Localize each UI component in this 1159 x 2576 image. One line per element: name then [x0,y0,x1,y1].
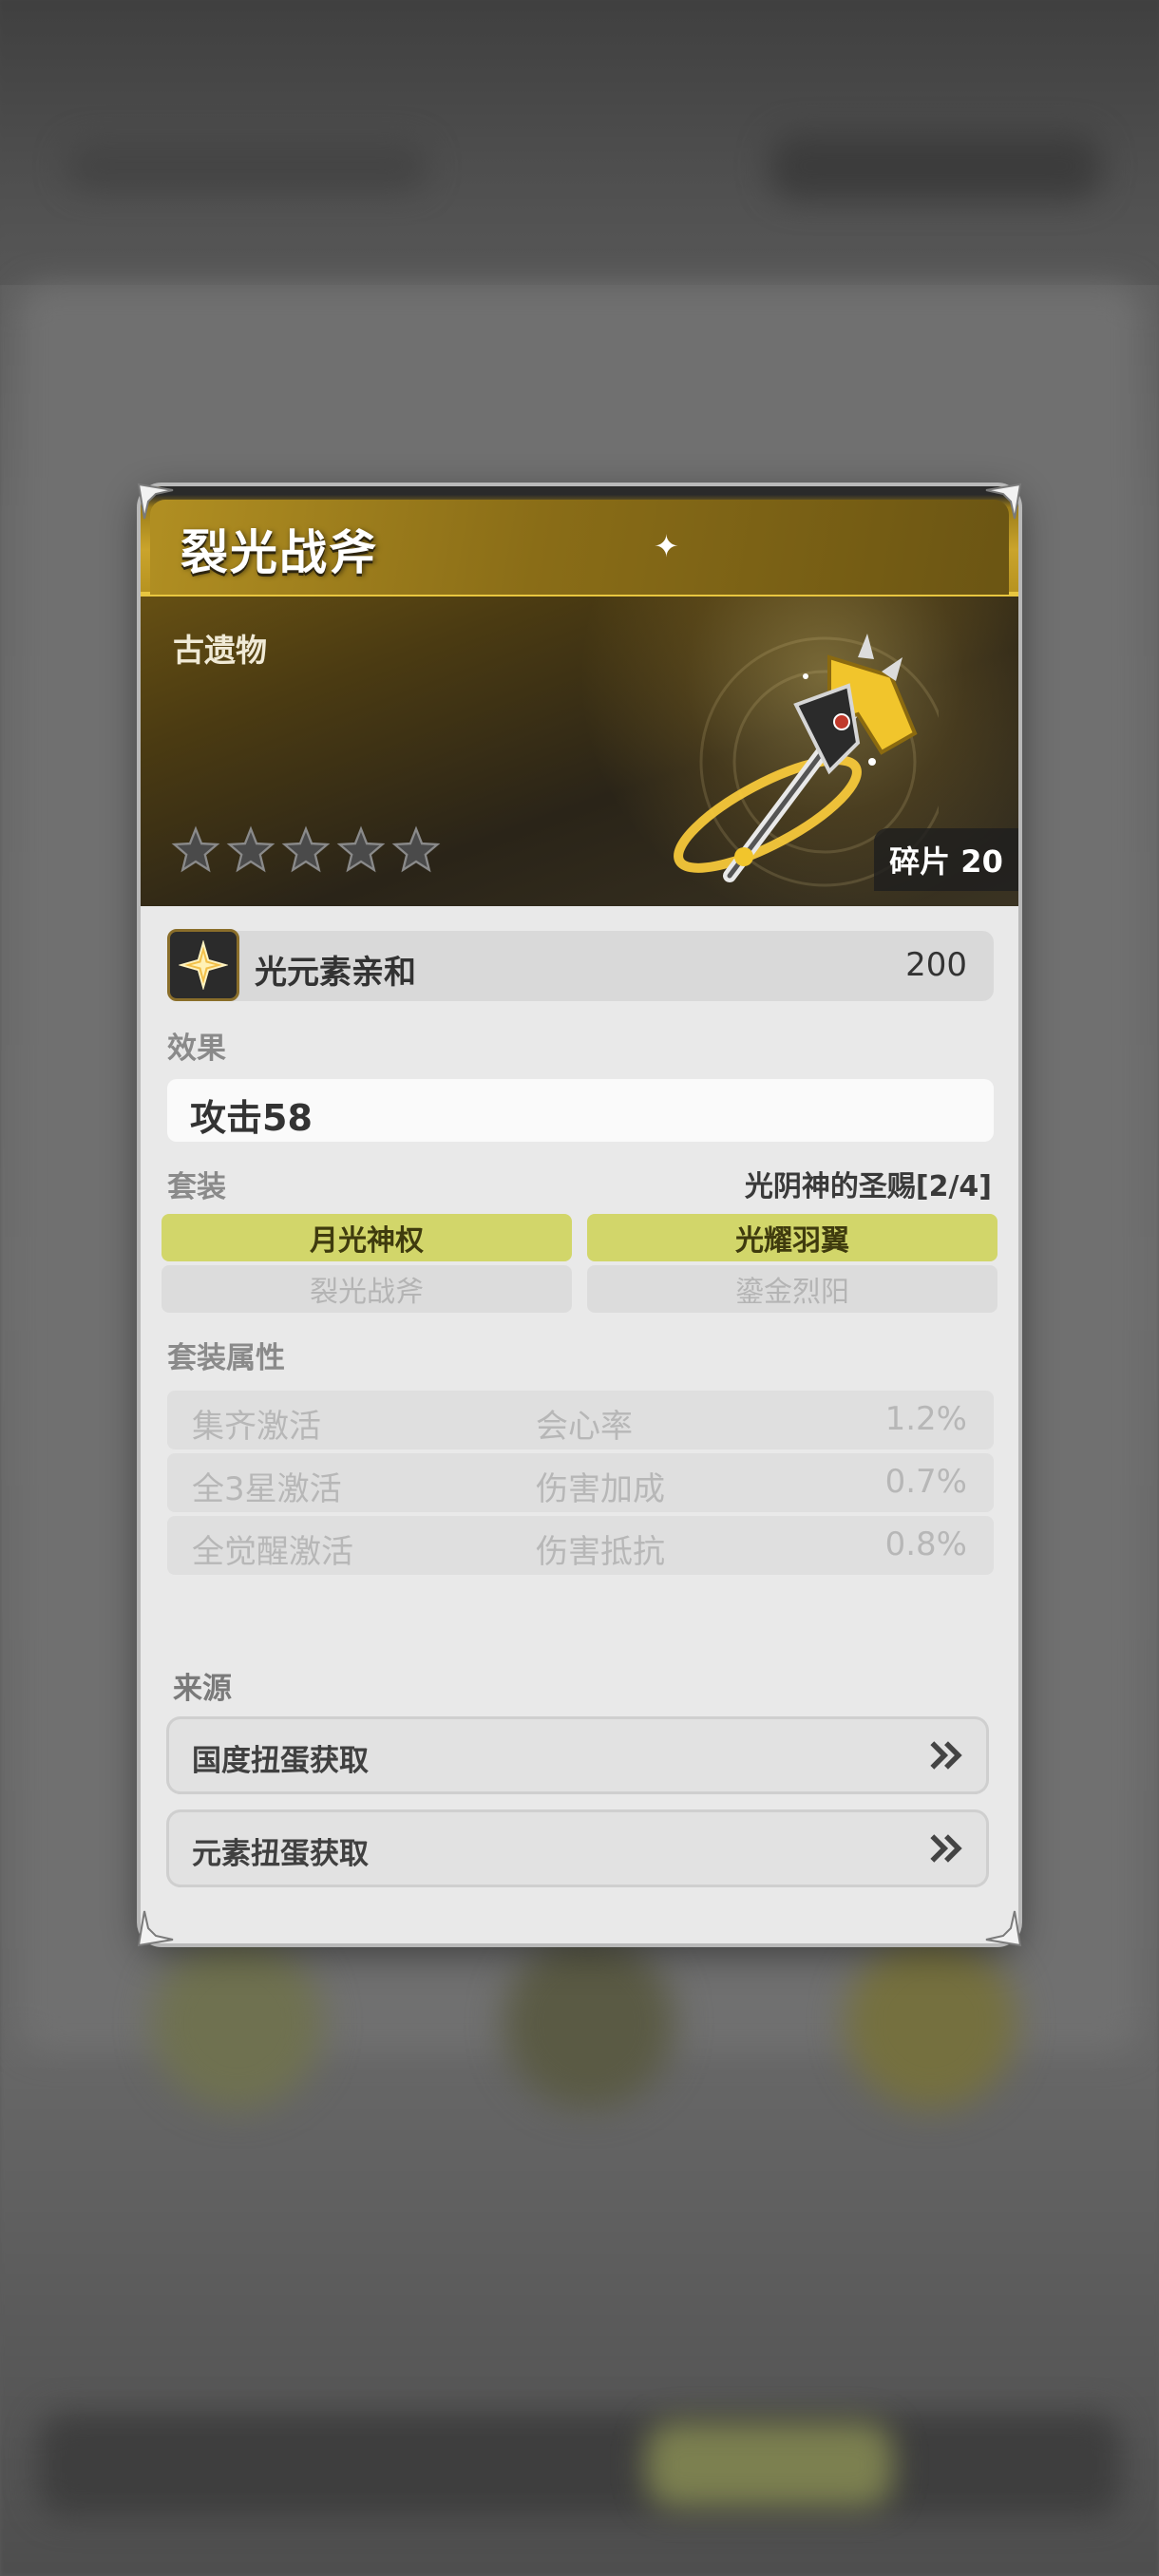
element-affinity-row: 光元素亲和 200 [167,929,994,1001]
star-icon [169,824,222,881]
background-slot-3 [846,1938,1016,2109]
item-title: 裂光战斧 [180,525,378,580]
set-piece-4[interactable]: 鎏金烈阳 [587,1265,998,1313]
gacha-source-button-2[interactable]: 元素扭蛋获取 [169,1812,986,1885]
background-slot-2 [504,1938,674,2109]
attr-condition: 全觉醒激活 [192,1533,353,1571]
corner-ornament-icon [137,1909,175,1947]
background-bottom-highlight [646,2422,893,2508]
background-bottom-bar [38,2413,1121,2517]
background-header-right [770,133,1102,199]
effect-section-label: 效果 [167,1032,226,1066]
affinity-value: 200 [905,946,967,984]
attr-value: 0.8% [884,1525,967,1563]
set-piece-2[interactable]: 光耀羽翼 [587,1214,998,1261]
set-name: 光阴神的圣赐[2/4] [744,1170,992,1203]
double-chevron-right-icon [930,1741,962,1770]
set-attributes-section-label: 套装属性 [167,1341,285,1375]
table-row: 全觉醒激活 伤害抵抗 0.8% [167,1516,994,1575]
corner-ornament-icon [137,483,175,521]
star-icon [390,824,443,881]
attr-condition: 集齐激活 [192,1408,321,1446]
affinity-label: 光元素亲和 [255,954,416,992]
set-section-label: 套装 [167,1170,226,1204]
light-element-icon [167,929,239,1001]
source-section-label: 来源 [173,1672,232,1706]
item-hero-banner: 裂光战斧 ✦ 古遗物 碎片 20 [141,486,1018,906]
sparkle-icon: ✦ [654,528,679,564]
source-button-label: 元素扭蛋获取 [192,1837,369,1871]
attr-value: 1.2% [884,1400,967,1438]
fragment-count: 碎片 20 [874,828,1018,891]
attr-name: 伤害加成 [536,1470,665,1508]
corner-ornament-icon [984,1909,1022,1947]
star-icon [224,824,277,881]
attr-value: 0.7% [884,1463,967,1501]
item-category: 古遗物 [173,632,267,669]
star-icon [334,824,388,881]
attr-condition: 全3星激活 [192,1470,342,1508]
background-header-left [66,142,428,190]
set-piece-1[interactable]: 月光神权 [162,1214,572,1261]
star-icon [279,824,332,881]
background-slot-1 [152,1938,323,2109]
source-button-label: 国度扭蛋获取 [192,1744,369,1778]
effect-box: 攻击58 [167,1079,994,1142]
gacha-source-button-1[interactable]: 国度扭蛋获取 [169,1719,986,1791]
table-row: 全3星激活 伤害加成 0.7% [167,1453,994,1512]
attr-name: 伤害抵抗 [536,1533,665,1571]
table-row: 集齐激活 会心率 1.2% [167,1391,994,1449]
set-piece-3[interactable]: 裂光战斧 [162,1265,572,1313]
item-detail-dialog: 裂光战斧 ✦ 古遗物 碎片 20 光元素亲和 200 效果 攻击58 套装 光阴… [141,486,1018,1943]
effect-text: 攻击58 [190,1097,313,1139]
attr-name: 会心率 [536,1408,633,1446]
star-rating [169,824,443,881]
corner-ornament-icon [984,483,1022,521]
double-chevron-right-icon [930,1834,962,1863]
